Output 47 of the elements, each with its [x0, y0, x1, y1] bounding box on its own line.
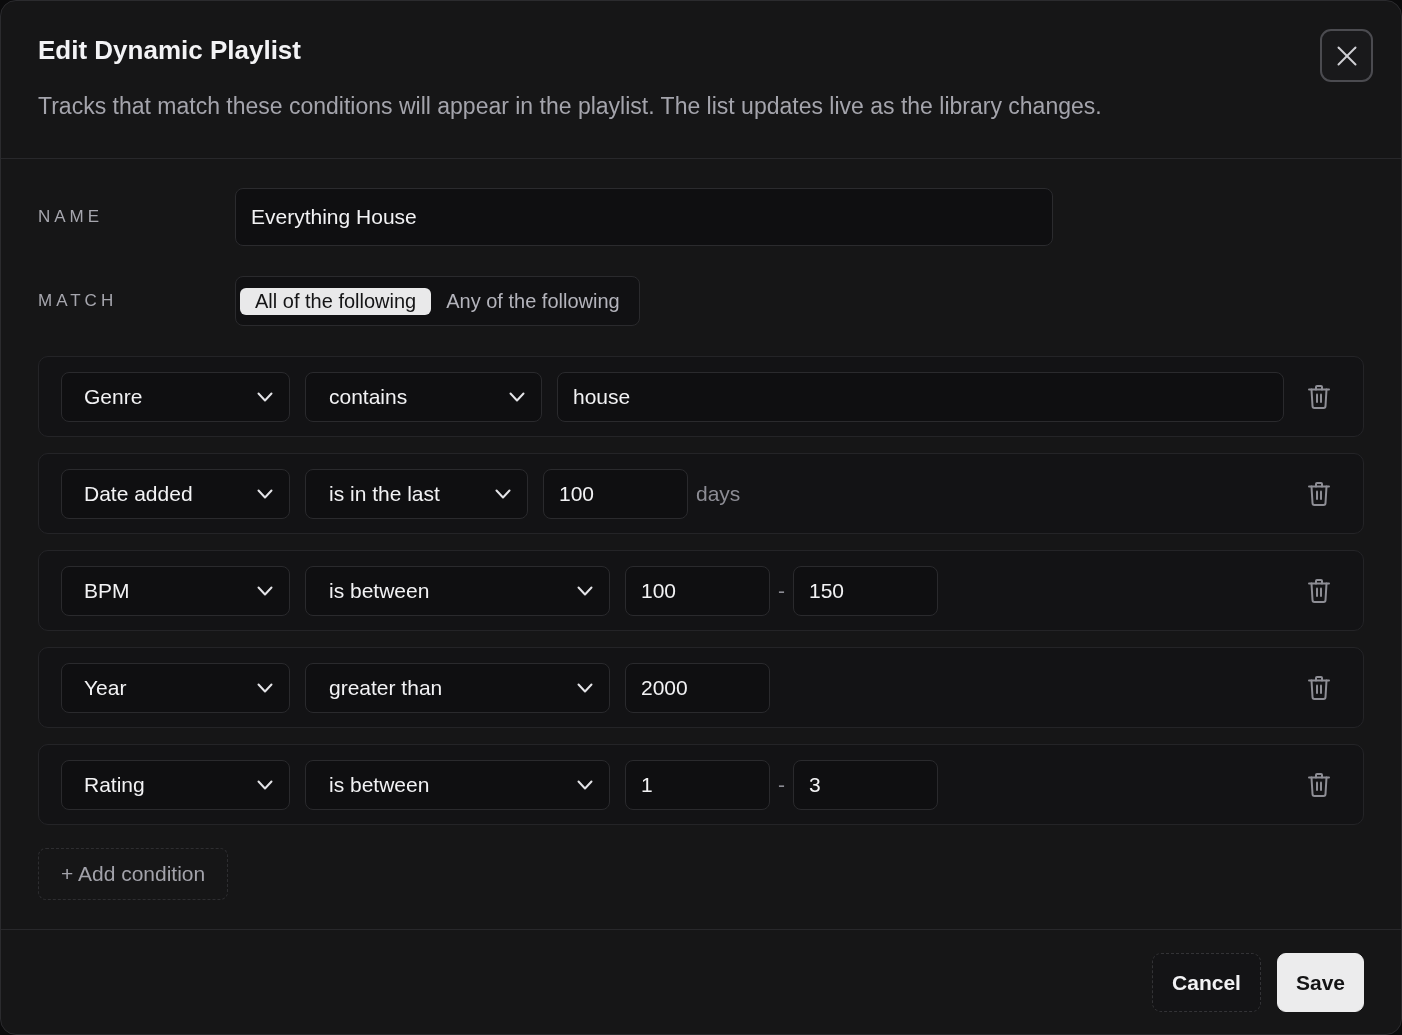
trash-icon[interactable]: [1308, 384, 1330, 409]
dialog-title: Edit Dynamic Playlist: [38, 34, 302, 67]
name-label: NAME: [38, 207, 105, 227]
operator-dropdown[interactable]: is between: [305, 565, 610, 616]
close-icon: [1336, 45, 1357, 66]
match-option[interactable]: Any of the following: [431, 287, 635, 315]
close-button[interactable]: [1320, 29, 1373, 82]
range-from-input[interactable]: 100: [625, 565, 770, 616]
chevron-down-icon: [577, 779, 593, 790]
add-condition-button[interactable]: + Add condition: [38, 848, 229, 900]
chevron-down-icon: [577, 585, 593, 596]
range-to-input[interactable]: 3: [793, 759, 938, 810]
trash-icon[interactable]: [1308, 772, 1330, 797]
operator-dropdown[interactable]: greater than: [305, 662, 610, 713]
field-dropdown[interactable]: Rating: [61, 759, 290, 810]
field-dropdown[interactable]: BPM: [61, 565, 290, 616]
trash-icon[interactable]: [1308, 675, 1330, 700]
chevron-down-icon: [257, 391, 273, 402]
cancel-button[interactable]: Cancel: [1152, 953, 1261, 1012]
trash-icon[interactable]: [1308, 578, 1330, 603]
range-from-input[interactable]: 1: [625, 759, 770, 810]
field-dropdown[interactable]: Year: [61, 662, 290, 713]
trash-icon[interactable]: [1308, 481, 1330, 506]
operator-dropdown[interactable]: is between: [305, 759, 610, 810]
value-input[interactable]: house: [557, 371, 1284, 422]
range-to-input[interactable]: 150: [793, 565, 938, 616]
chevron-down-icon: [577, 682, 593, 693]
name-input[interactable]: Everything House: [235, 188, 1053, 246]
dialog-description: Tracks that match these conditions will appear in the playlist. The list updates live as the library changes.: [38, 92, 1102, 121]
field-dropdown[interactable]: Date added: [61, 468, 290, 519]
chevron-down-icon: [509, 391, 525, 402]
chevron-down-icon: [257, 682, 273, 693]
save-button[interactable]: Save: [1276, 953, 1364, 1012]
unit-label: days: [696, 481, 741, 506]
value-input[interactable]: 100: [543, 468, 688, 519]
chevron-down-icon: [257, 488, 273, 499]
field-dropdown[interactable]: Genre: [61, 371, 290, 422]
range-separator: -: [778, 578, 785, 603]
match-label: MATCH: [38, 291, 119, 311]
value-input[interactable]: 2000: [625, 662, 770, 713]
range-separator: -: [778, 772, 785, 797]
operator-dropdown[interactable]: contains: [305, 371, 542, 422]
chevron-down-icon: [257, 585, 273, 596]
match-option[interactable]: All of the following: [240, 287, 432, 315]
chevron-down-icon: [495, 488, 511, 499]
chevron-down-icon: [257, 779, 273, 790]
operator-dropdown[interactable]: is in the last: [305, 468, 528, 519]
